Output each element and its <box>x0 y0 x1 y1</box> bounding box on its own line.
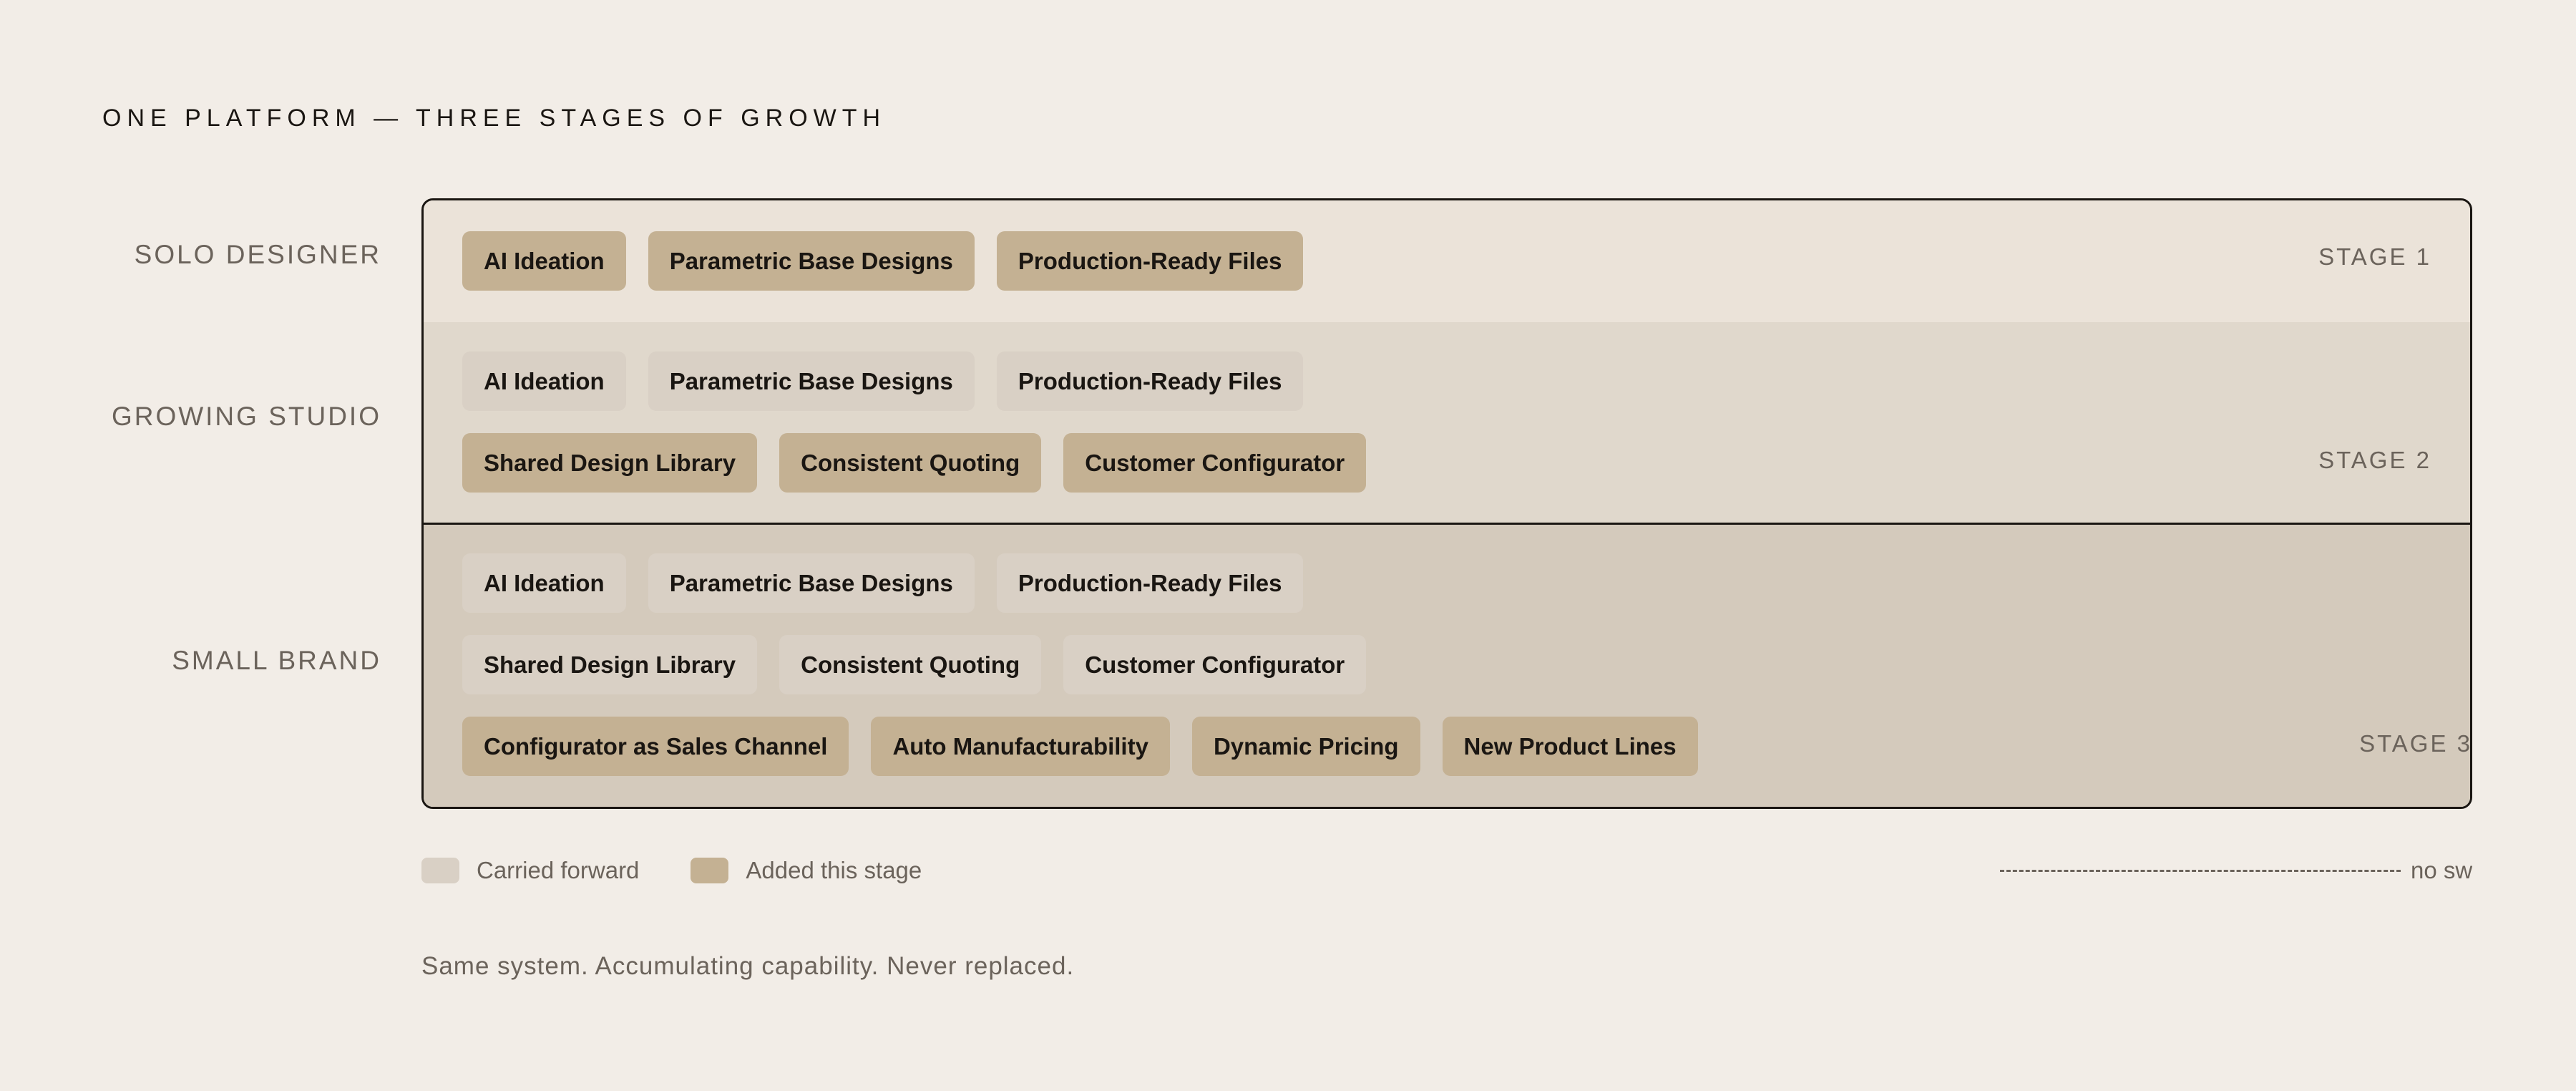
dashed-line <box>2000 869 2401 872</box>
capability-chip-ai-ideation: AI Ideation <box>462 553 626 613</box>
chip-row: Shared Design Library Consistent Quoting… <box>462 433 1367 493</box>
stage-tag: STAGE 1 <box>2318 243 2431 270</box>
page-title: ONE PLATFORM — THREE STAGES OF GROWTH <box>102 105 887 132</box>
chip-row: AI Ideation Parametric Base Designs Prod… <box>462 553 1304 613</box>
capability-chip-customer-configurator: Customer Configurator <box>1063 433 1367 493</box>
chip-row: AI Ideation Parametric Base Designs Prod… <box>462 231 1304 291</box>
row-label-solo-designer: SOLO DESIGNER <box>134 240 381 269</box>
growth-stages-panel: AI Ideation Parametric Base Designs Prod… <box>421 198 2472 809</box>
capability-chip-consistent-quoting: Consistent Quoting <box>779 433 1042 493</box>
legend-swatch-carried <box>421 858 459 883</box>
capability-chip-parametric-base-designs: Parametric Base Designs <box>648 553 975 613</box>
stage-2-band: AI Ideation Parametric Base Designs Prod… <box>424 322 2470 523</box>
capability-chip-auto-manufacturability: Auto Manufacturability <box>871 717 1170 776</box>
chip-row: AI Ideation Parametric Base Designs Prod… <box>462 351 1304 411</box>
capability-chip-production-ready-files: Production-Ready Files <box>996 351 1304 411</box>
chip-row: Configurator as Sales Channel Auto Manuf… <box>462 717 1698 776</box>
stage-tag-3: STAGE 3 <box>2359 730 2472 757</box>
no-swap-label: no swa <box>2411 857 2472 883</box>
row-label-growing-studio: GROWING STUDIO <box>111 402 381 431</box>
capability-chip-parametric-base-designs: Parametric Base Designs <box>648 351 975 411</box>
row-label-small-brand: SMALL BRAND <box>172 646 381 675</box>
capability-chip-configurator-as-sales-channel: Configurator as Sales Channel <box>462 717 849 776</box>
capability-chip-ai-ideation: AI Ideation <box>462 351 626 411</box>
capability-chip-production-ready-files: Production-Ready Files <box>996 553 1304 613</box>
chip-row: Shared Design Library Consistent Quoting… <box>462 635 1367 694</box>
legend-label-added: Added this stage <box>746 857 922 883</box>
capability-chip-dynamic-pricing: Dynamic Pricing <box>1191 717 1420 776</box>
no-swap-indicator: no swa <box>2000 856 2472 885</box>
capability-chip-shared-design-library: Shared Design Library <box>462 635 758 694</box>
legend-label-carried: Carried forward <box>477 857 640 883</box>
capability-chip-consistent-quoting: Consistent Quoting <box>779 635 1042 694</box>
stage-3-band: AI Ideation Parametric Base Designs Prod… <box>424 523 2470 807</box>
legend: Carried forward Added this stage <box>421 856 973 885</box>
capability-chip-parametric-base-designs: Parametric Base Designs <box>648 231 975 291</box>
stage-1-band: AI Ideation Parametric Base Designs Prod… <box>424 200 2470 322</box>
capability-chip-customer-configurator: Customer Configurator <box>1063 635 1367 694</box>
tagline: Same system. Accumulating capability. Ne… <box>421 952 1075 980</box>
capability-chip-ai-ideation: AI Ideation <box>462 231 626 291</box>
capability-chip-new-product-lines: New Product Lines <box>1442 717 1698 776</box>
legend-swatch-added <box>691 858 729 883</box>
stage-tag: STAGE 2 <box>2318 447 2431 473</box>
capability-chip-shared-design-library: Shared Design Library <box>462 433 758 493</box>
capability-chip-production-ready-files: Production-Ready Files <box>996 231 1304 291</box>
